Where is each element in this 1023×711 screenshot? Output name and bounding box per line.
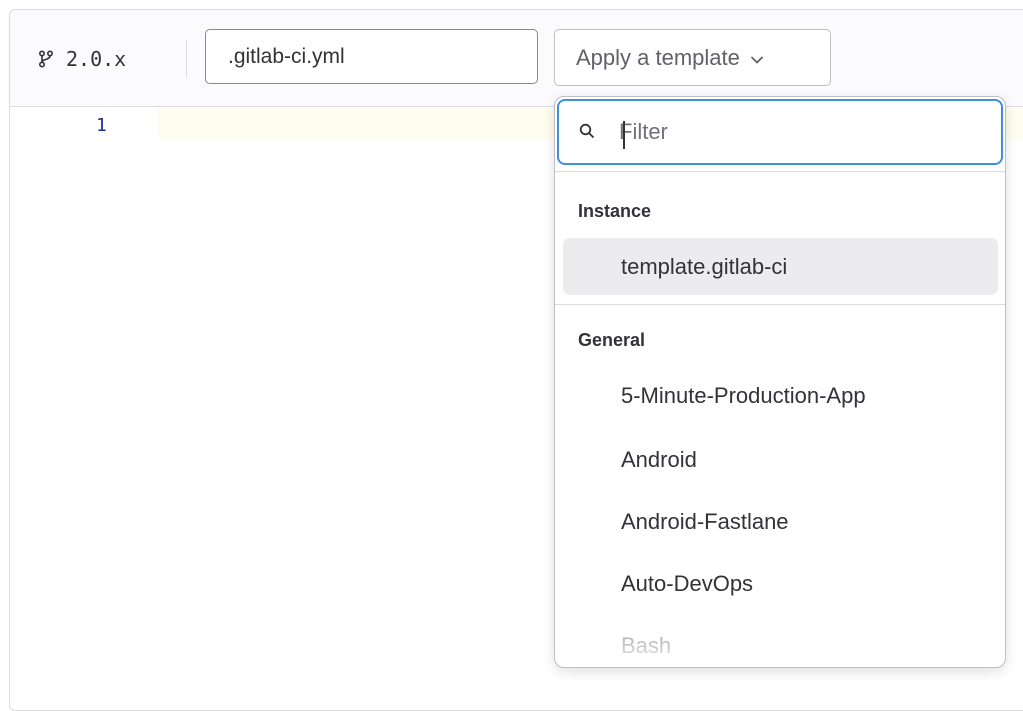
- chevron-down-icon: [750, 45, 764, 71]
- toolbar-divider: [186, 40, 187, 78]
- group-header-instance: Instance: [578, 201, 652, 221]
- text-caret: [623, 121, 625, 149]
- template-dropdown: Instance template.gitlab-ci General 5-Mi…: [554, 96, 1006, 668]
- branch-indicator: 2.0.x: [38, 44, 126, 74]
- group-header-general: General: [578, 330, 646, 350]
- template-item[interactable]: Android-Fastlane: [563, 493, 998, 550]
- template-item[interactable]: Auto-DevOps: [563, 555, 998, 612]
- template-item[interactable]: 5-Minute-Production-App: [563, 367, 998, 424]
- filter-search-box[interactable]: [557, 99, 1003, 165]
- file-toolbar: 2.0.x Apply a template: [10, 10, 1023, 107]
- group-divider: [555, 304, 1005, 305]
- filter-input[interactable]: [619, 111, 979, 153]
- apply-template-button[interactable]: Apply a template: [554, 29, 831, 86]
- template-item[interactable]: template.gitlab-ci: [563, 238, 998, 295]
- line-number: 1: [96, 115, 107, 136]
- filename-input[interactable]: [205, 29, 538, 84]
- apply-template-label: Apply a template: [576, 44, 740, 70]
- branch-name: 2.0.x: [66, 47, 127, 71]
- search-icon: [579, 123, 595, 144]
- branch-icon: [38, 50, 54, 68]
- template-item[interactable]: Android: [563, 431, 998, 488]
- search-divider: [555, 171, 1005, 172]
- template-item[interactable]: Bash: [563, 617, 998, 667]
